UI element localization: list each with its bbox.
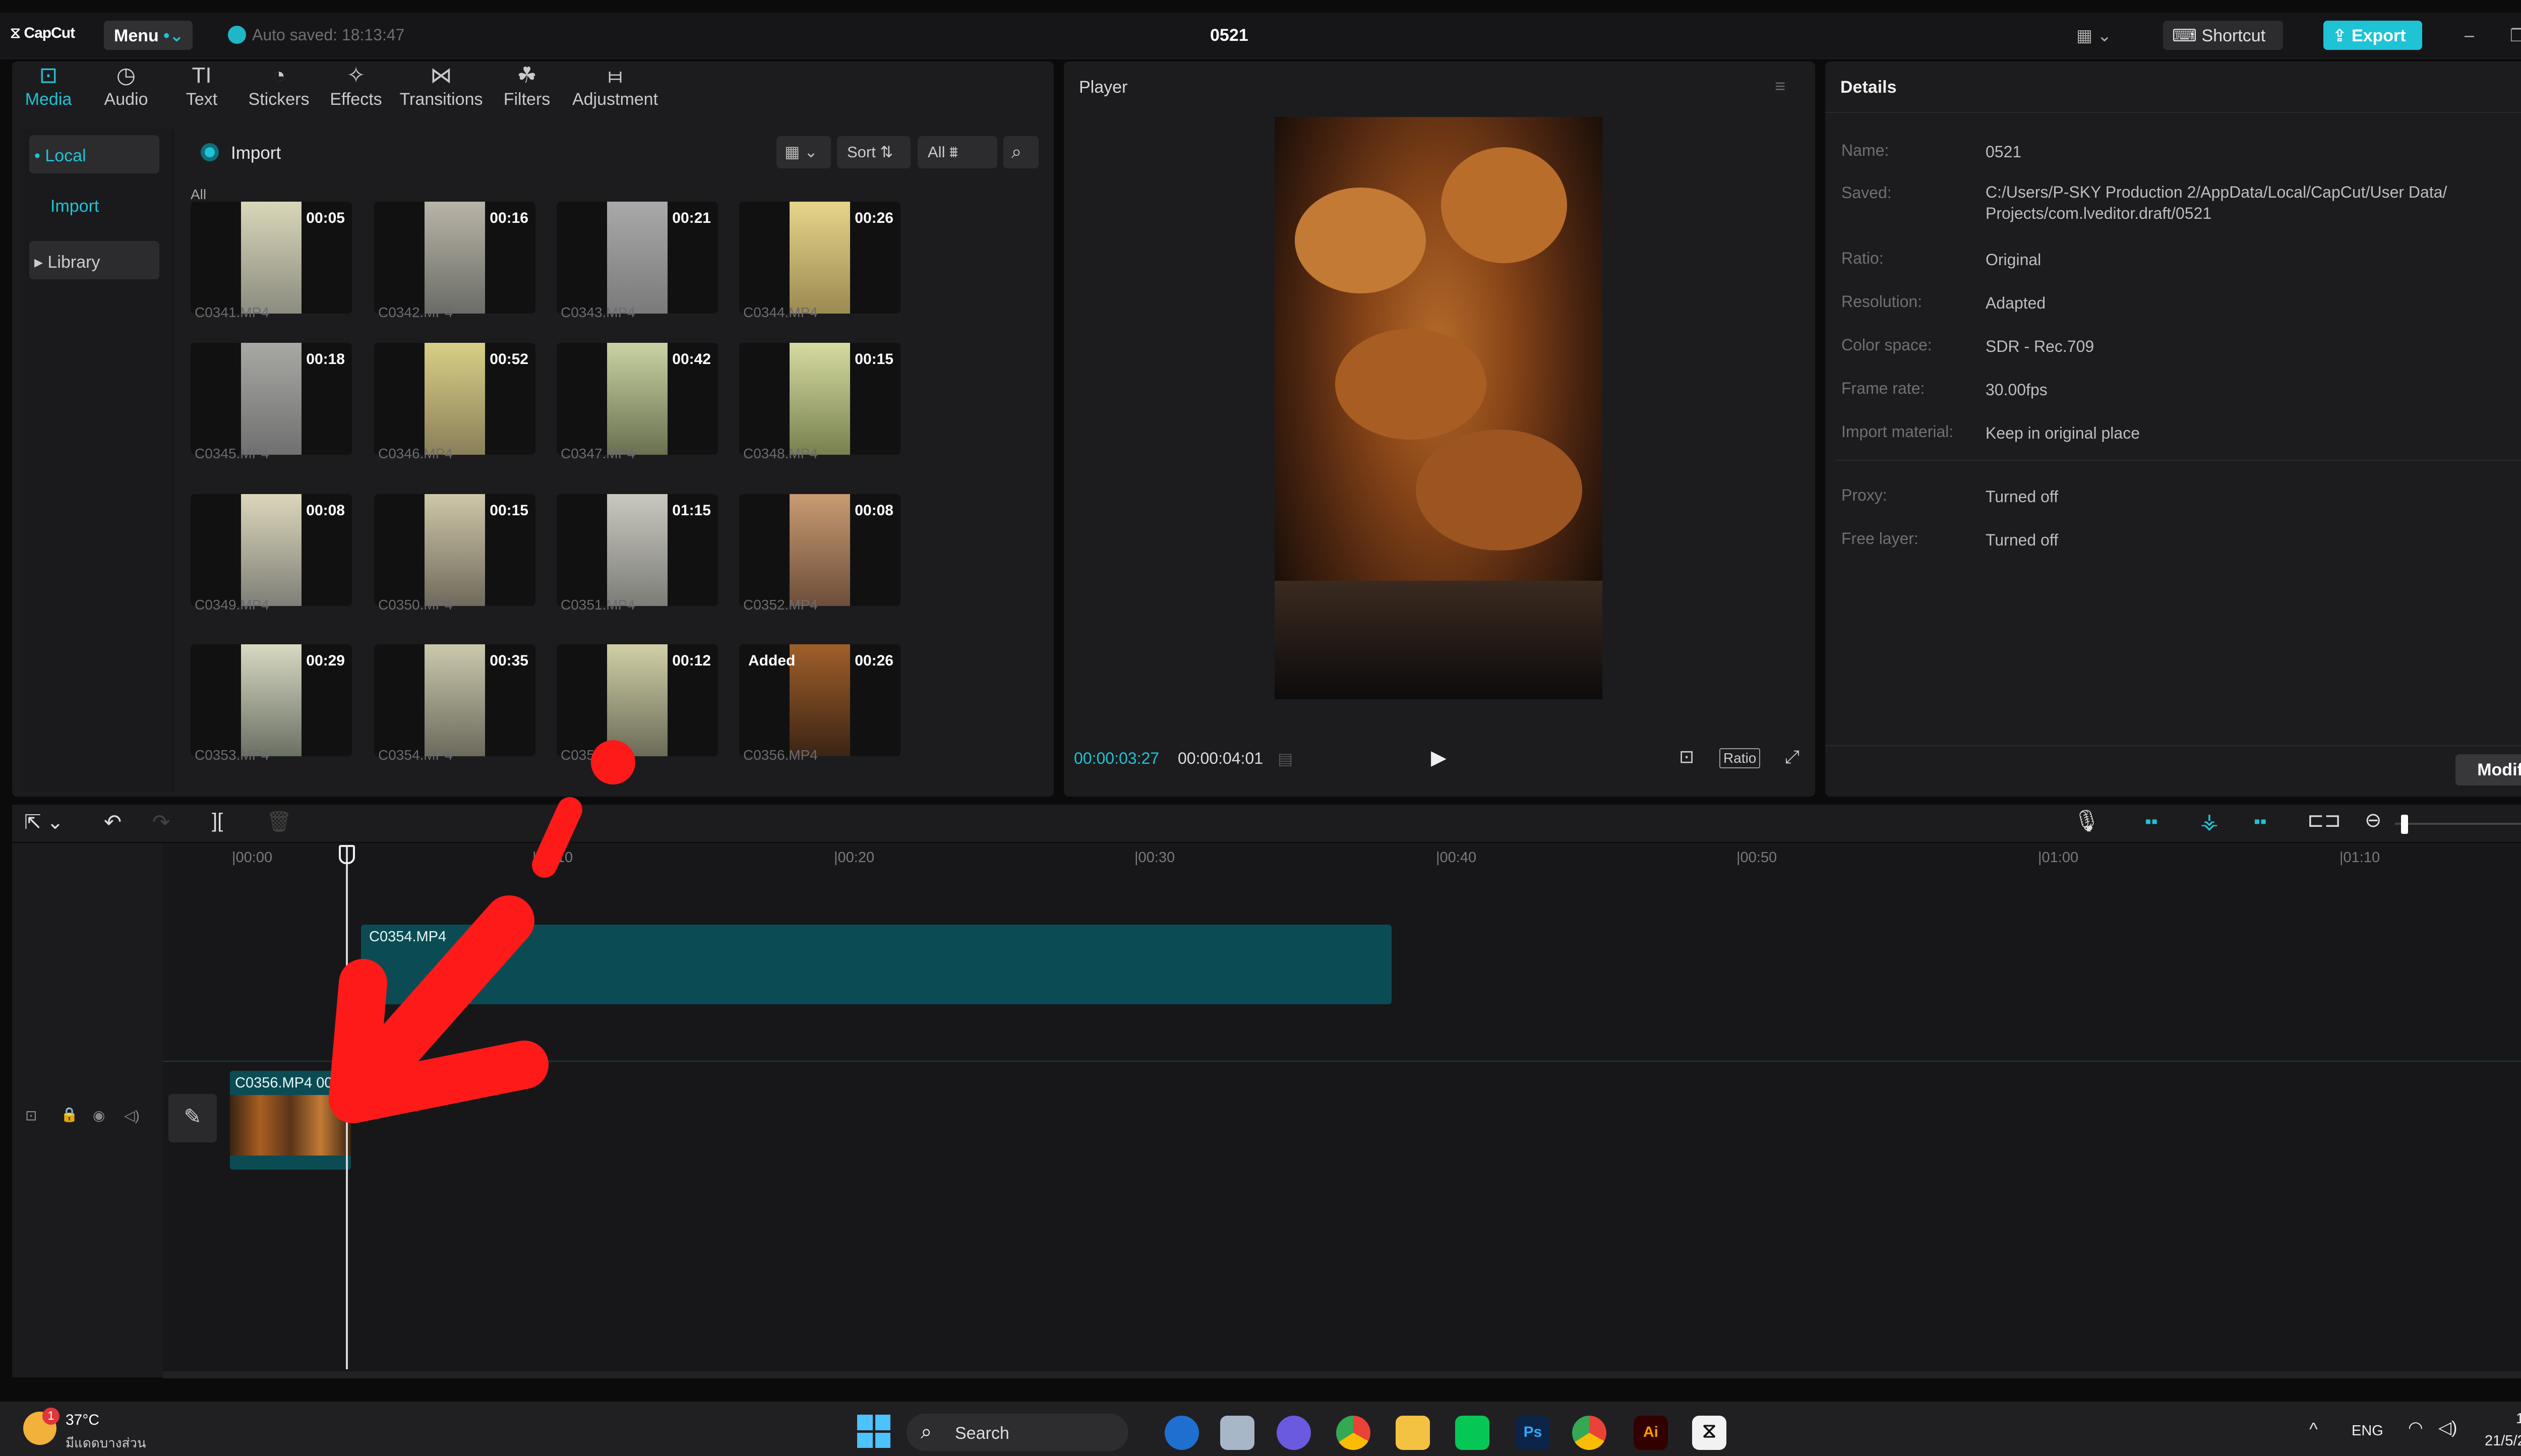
line-icon[interactable] [1455, 1416, 1489, 1450]
illustrator-icon[interactable]: Ai [1634, 1416, 1668, 1450]
clock-date[interactable]: 21/5/2566 [2485, 1433, 2521, 1449]
language-indicator[interactable]: ENG [2352, 1423, 2383, 1439]
wifi-icon[interactable]: ◠ [2408, 1418, 2423, 1438]
file-explorer-icon[interactable] [1396, 1416, 1430, 1450]
windows-start-icon[interactable] [857, 1415, 890, 1448]
capcut-taskbar-icon[interactable]: ⧖ [1692, 1416, 1726, 1450]
chrome-profile-icon[interactable] [1572, 1416, 1606, 1450]
search-label: Search [955, 1424, 1009, 1443]
chrome-icon[interactable] [1336, 1416, 1370, 1450]
annotation-arrow-shaft [358, 895, 534, 1088]
bing-icon[interactable] [1165, 1416, 1199, 1450]
notification-badge: 1 [42, 1408, 59, 1425]
annotation-dash [532, 797, 582, 878]
search-icon: ⌕ [921, 1421, 932, 1443]
volume-icon[interactable]: ◁) [2438, 1418, 2457, 1438]
clock-time[interactable]: 18:13 [2516, 1411, 2521, 1427]
weather-desc: มีแดดบางส่วน [66, 1435, 146, 1450]
chevron-up-icon[interactable]: ^ [2309, 1419, 2318, 1440]
weather-temp: 37°C [66, 1412, 100, 1428]
task-view-icon[interactable] [1220, 1416, 1254, 1450]
taskbar [0, 1402, 2521, 1456]
red-arrow-annotation [329, 740, 635, 1123]
chat-icon[interactable] [1277, 1416, 1311, 1450]
photoshop-icon[interactable]: Ps [1516, 1416, 1550, 1450]
annotation-dot [591, 740, 635, 784]
taskbar-search-box[interactable]: ⌕ Search [907, 1414, 1128, 1451]
